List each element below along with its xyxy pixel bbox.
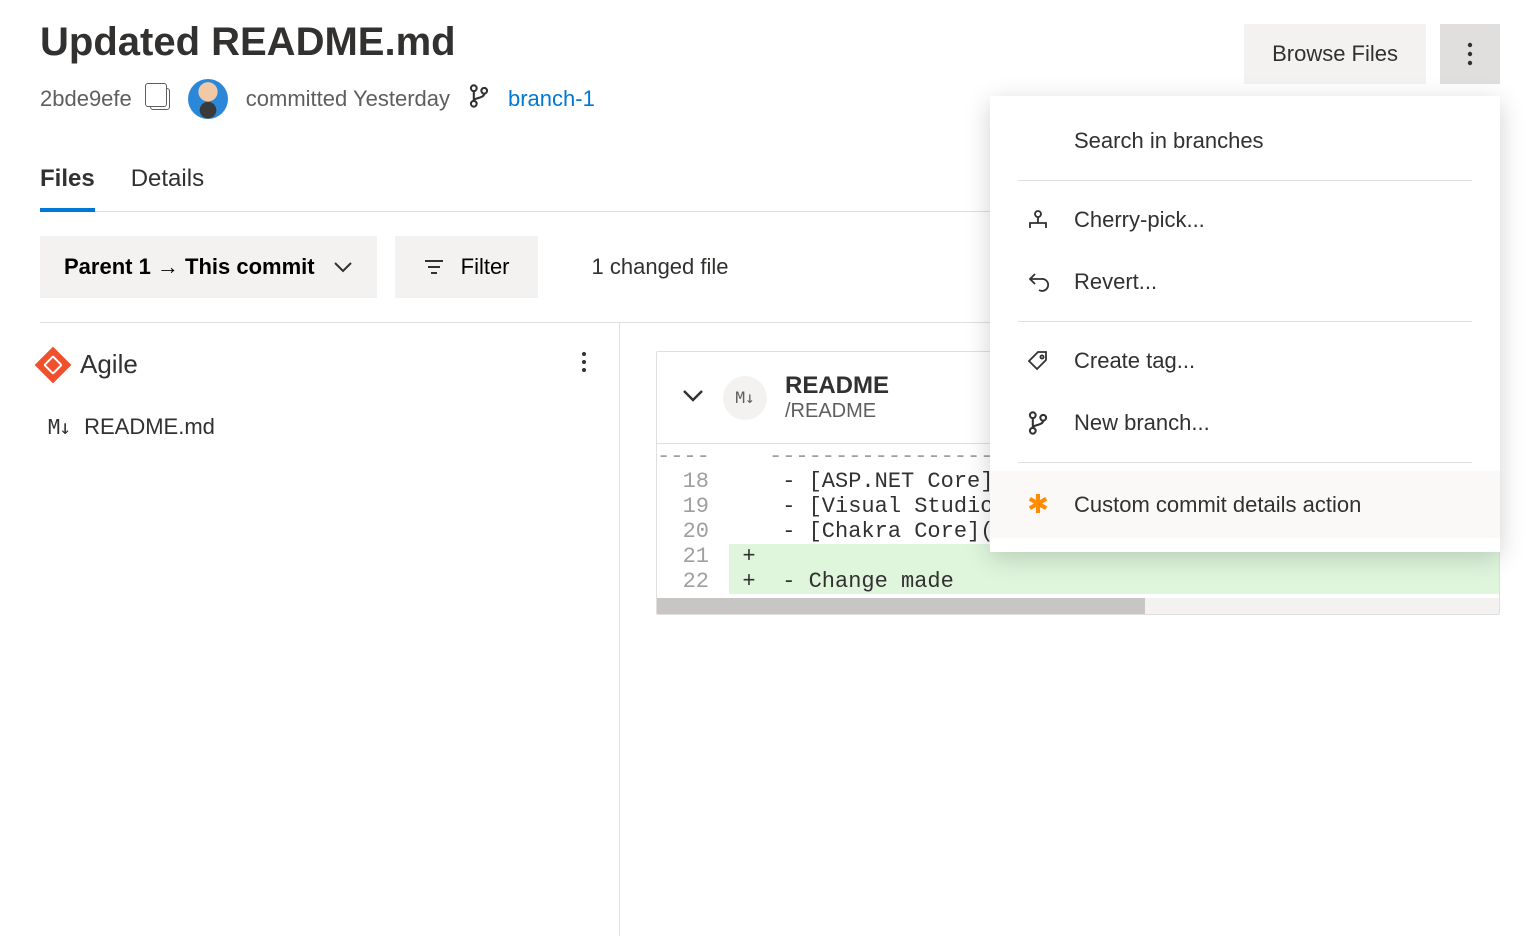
menu-divider [1018,180,1472,181]
more-actions-button[interactable] [1440,24,1500,84]
revert-icon [1024,270,1052,294]
browse-files-button[interactable]: Browse Files [1244,24,1426,84]
tab-details[interactable]: Details [131,165,204,211]
markdown-file-icon: M↓ [48,415,70,439]
tree-more-button[interactable] [569,345,599,384]
branch-icon [1024,410,1052,436]
horizontal-scrollbar[interactable] [657,598,1499,614]
menu-search-branches[interactable]: Search in branches [990,110,1500,172]
commit-hash: 2bde9efe [40,86,132,112]
cherry-pick-icon [1024,208,1052,232]
menu-divider [1018,321,1472,322]
changed-files-summary: 1 changed file [592,254,729,280]
menu-revert[interactable]: Revert... [990,251,1500,313]
git-icon [35,346,72,383]
star-icon: ✱ [1024,489,1052,520]
tab-files[interactable]: Files [40,165,95,211]
menu-custom-action[interactable]: ✱ Custom commit details action [990,471,1500,538]
branch-icon [468,83,490,115]
markdown-file-icon: M↓ [723,376,767,420]
menu-cherry-pick[interactable]: Cherry-pick... [990,189,1500,251]
filter-label: Filter [461,254,510,280]
branch-link[interactable]: branch-1 [508,86,595,112]
collapse-chevron-icon[interactable] [681,388,705,407]
filter-icon [423,258,445,276]
more-actions-menu: Search in branches Cherry-pick... Revert… [990,96,1500,552]
menu-create-tag[interactable]: Create tag... [990,330,1500,392]
copy-icon[interactable] [150,88,170,110]
repo-name: Agile [80,349,138,380]
diff-filename: README [785,372,889,400]
menu-divider [1018,462,1472,463]
diff-line: 22+ - Change made [657,569,1499,594]
tree-item-label: README.md [84,414,215,440]
menu-new-branch[interactable]: New branch... [990,392,1500,454]
filter-button[interactable]: Filter [395,236,538,298]
diff-compare-dropdown[interactable]: Parent 1 → This commit [40,236,377,298]
tag-icon [1024,349,1052,373]
diff-filepath: /README [785,400,889,423]
diff-compare-label: Parent 1 → This commit [64,254,315,280]
file-tree: Agile M↓ README.md [40,323,620,936]
avatar [188,79,228,119]
committed-label: committed Yesterday [246,86,450,112]
tree-item-readme[interactable]: M↓ README.md [40,398,619,456]
chevron-down-icon [333,261,353,273]
